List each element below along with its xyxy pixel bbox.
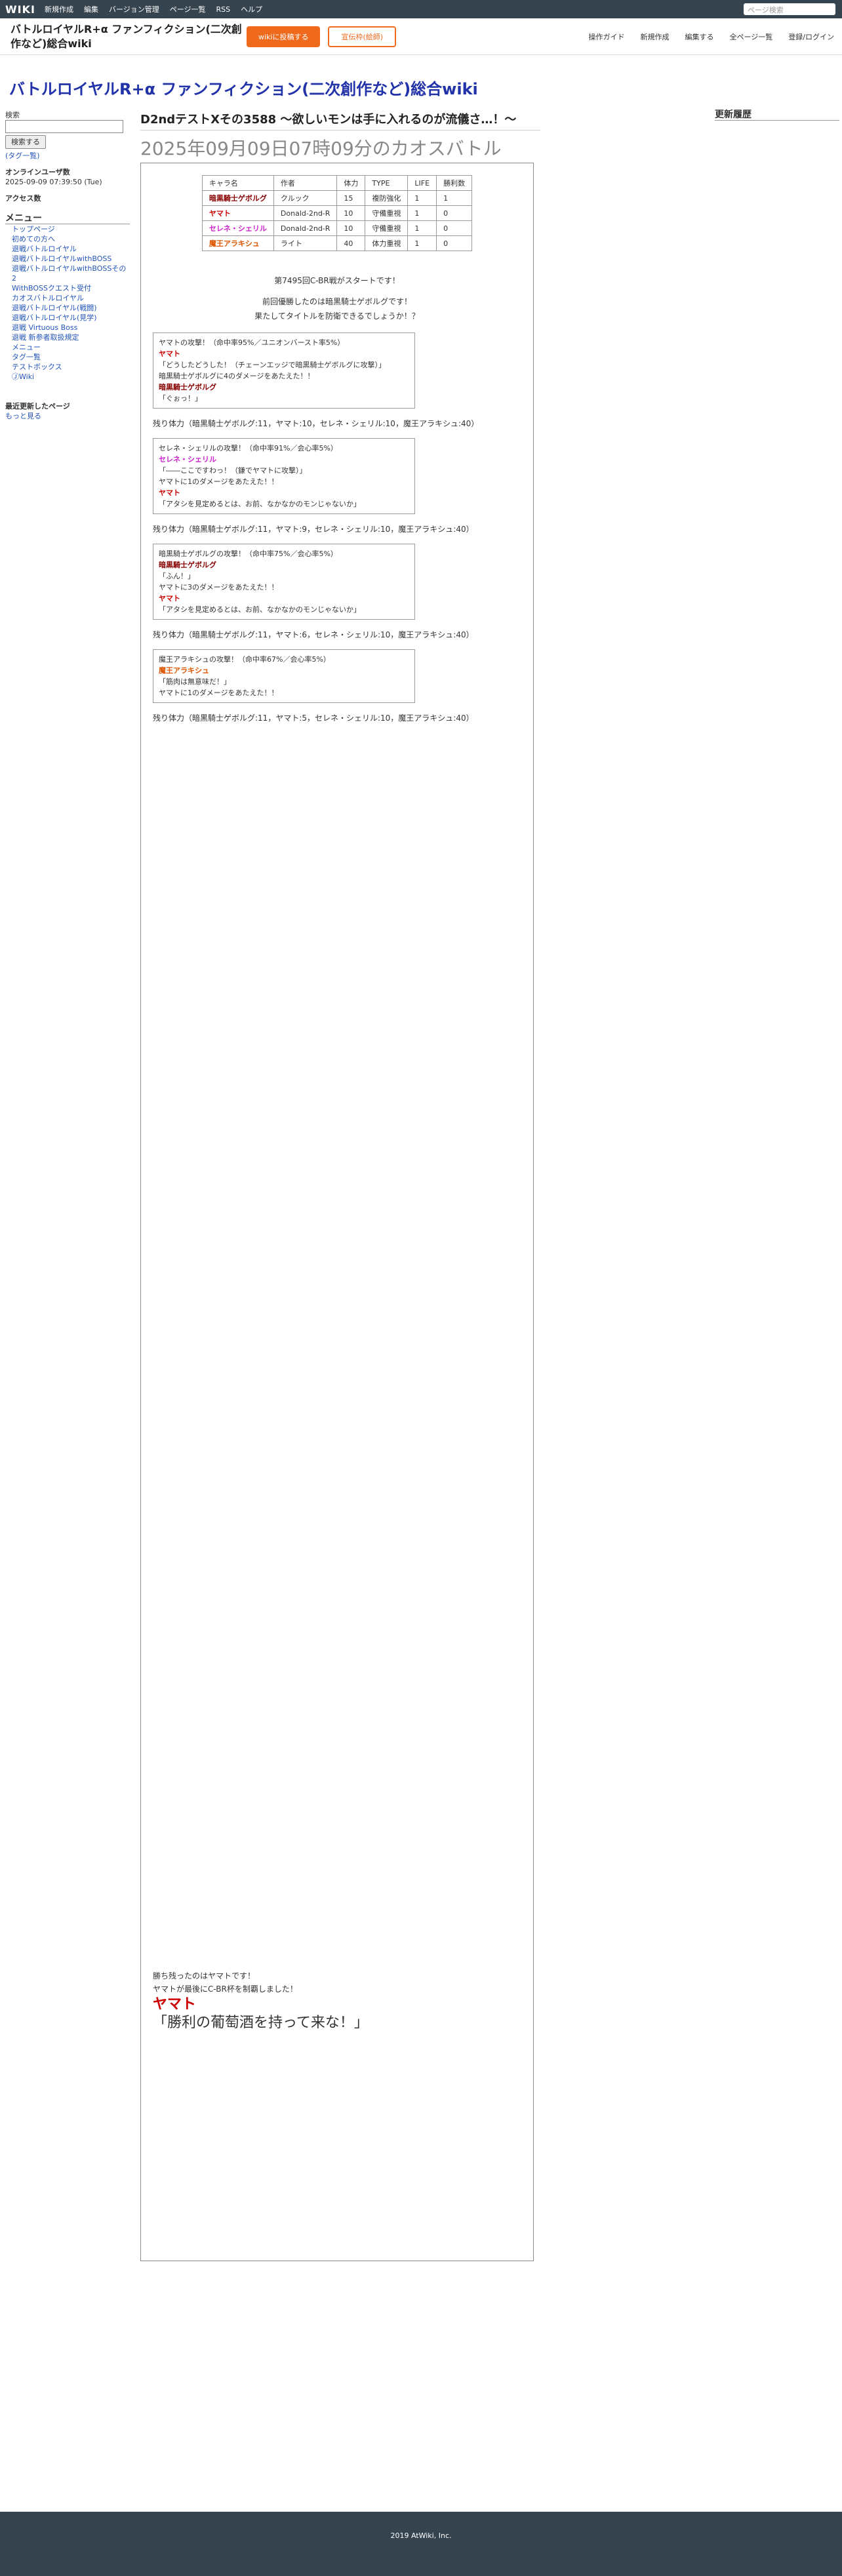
menu-heading: メニュー: [5, 214, 130, 224]
menu-version[interactable]: バージョン管理: [109, 4, 159, 14]
nav-item[interactable]: 初めての方へ: [5, 234, 130, 244]
recent-updates-heading: 更新履歴: [715, 110, 839, 121]
page-search-input[interactable]: ページ検索: [744, 3, 835, 15]
table-row: ヤマト Donald-2nd-R 10 守備重視 1 0: [201, 205, 473, 221]
nav-item[interactable]: 退戦バトルロイヤル(見学): [5, 313, 130, 323]
battle-turn: セレネ・シェリルの攻撃！（命中率91%／会心率5%） セレネ・シェリル 「――こ…: [153, 438, 415, 514]
access-count: アクセス数: [5, 194, 41, 203]
battle-turn: ヤマトの攻撃！（命中率95%／ユニオンバースト率5%） ヤマト 「どうしたどうし…: [153, 332, 415, 409]
search-label: 検索: [5, 111, 20, 119]
nav-item[interactable]: テストボックス: [5, 362, 130, 372]
tool-new[interactable]: 新規作成: [641, 31, 670, 42]
remaining-hp: 残り体力（暗黒騎士ゲボルグ:11，ヤマト:9，セレネ・シェリル:10，魔王アラキ…: [153, 525, 474, 534]
menu-new[interactable]: 新規作成: [45, 4, 73, 14]
menu-help[interactable]: ヘルプ: [241, 4, 262, 14]
nav-item[interactable]: カオスバトルロイヤル: [5, 293, 130, 303]
online-users: オンラインユーザ数: [5, 168, 70, 176]
nav-item[interactable]: 退戦バトルロイヤル: [5, 244, 130, 254]
character-table: キャラ名 作者 体力 TYPE LIFE 勝利数 暗黒騎士ゲボルグ クルック 15 複防強化 1 1…: [201, 175, 473, 251]
right-sidebar: 更新履歴: [715, 110, 839, 121]
nav-item[interactable]: 退戦バトルロイヤル(戦闘): [5, 303, 130, 313]
post-button[interactable]: wikiに投稿する: [247, 26, 321, 47]
battle-turn: 暗黒騎士ゲボルグの攻撃！（命中率75%／会心率5%） 暗黒騎士ゲボルグ 「ふん！…: [153, 544, 415, 620]
more-link[interactable]: もっと見る: [5, 412, 41, 420]
table-row: 暗黒騎士ゲボルグ クルック 15 複防強化 1 1: [201, 190, 473, 206]
tool-all-pages[interactable]: 全ページ一覧: [730, 31, 773, 42]
tool-guide[interactable]: 操作ガイド: [589, 31, 625, 42]
footer: 2019 AtWiki, Inc.: [0, 2512, 842, 2576]
recent-heading: 最近更新したページ: [5, 402, 70, 411]
wiki-name[interactable]: バトルロイヤルR+α ファンフィクション(二次創作など)総合wiki: [10, 22, 247, 51]
menu-rss[interactable]: RSS: [216, 5, 231, 14]
page-title: D2ndテストXその3588 ～欲しいモンは手に入れるのが流儀さ…！～: [140, 110, 540, 131]
sidebar-search-button[interactable]: 検索する: [5, 135, 46, 149]
left-sidebar: 検索 検索する (タグ一覧) オンラインユーザ数 2025-09-09 07:3…: [5, 110, 130, 421]
battle-log: キャラ名 作者 体力 TYPE LIFE 勝利数 暗黒騎士ゲボルグ クルック 15 複防強化 1 1…: [140, 163, 534, 2261]
table-row: 魔王アラキシュ ライト 40 体力重視 1 0: [201, 235, 473, 251]
nav-item[interactable]: 退戦バトルロイヤルwithBOSSその2: [5, 264, 130, 283]
sidebar-search-input[interactable]: [5, 120, 123, 133]
site-title[interactable]: バトルロイヤルR+α ファンフィクション(二次創作など)総合wiki: [9, 76, 478, 99]
tool-edit[interactable]: 編集する: [685, 31, 714, 42]
wiki-header: バトルロイヤルR+α ファンフィクション(二次創作など)総合wiki wikiに…: [0, 18, 842, 55]
nav-item[interactable]: タグ一覧: [5, 352, 130, 362]
tag-list-link[interactable]: (タグ一覧): [5, 151, 40, 160]
menu-edit[interactable]: 編集: [84, 4, 98, 14]
nav-item[interactable]: トップページ: [5, 224, 130, 234]
main-content: D2ndテストXその3588 ～欲しいモンは手に入れるのが流儀さ…！～ 2025…: [140, 110, 540, 161]
nav-item[interactable]: 退戦バトルロイヤルwithBOSS: [5, 254, 130, 264]
wiki-logo[interactable]: WIKI: [5, 3, 35, 16]
top-nav-bar: WIKI 新規作成 編集 バージョン管理 ページ一覧 RSS ヘルプ ページ検索: [0, 0, 842, 18]
final-result: 勝ち残ったのはヤマトです！ ヤマトが最後にC-BR杯を制覇しました！ ヤマト 「…: [153, 1971, 369, 2031]
ad-button[interactable]: 宣伝枠(絵師): [328, 26, 397, 47]
nav-item[interactable]: 退戦 新参者取扱規定: [5, 332, 130, 342]
table-row: セレネ・シェリル Donald-2nd-R 10 守備重視 1 0: [201, 220, 473, 236]
tool-login[interactable]: 登録/ログイン: [788, 31, 834, 42]
page-heading: 2025年09月09日07時09分のカオスバトル: [140, 138, 502, 159]
battle-turn: 魔王アラキシュの攻撃！（命中率67%／会心率5%） 魔王アラキシュ 「筋肉は無意…: [153, 649, 415, 703]
current-date: 2025-09-09 07:39:50 (Tue): [5, 178, 102, 186]
table-header-row: キャラ名 作者 体力 TYPE LIFE 勝利数: [201, 175, 473, 191]
nav-item[interactable]: WithBOSSクエスト受付: [5, 283, 130, 293]
nav-item[interactable]: ⒿWiki: [5, 372, 130, 382]
intro-text: 第7495回C-BR戦がスタートです！ 前回優勝したのは暗黒騎士ゲボルグです！ …: [254, 276, 420, 321]
menu-pages[interactable]: ページ一覧: [170, 4, 206, 14]
nav-item[interactable]: 退戦 Virtuous Boss: [5, 323, 130, 332]
remaining-hp: 残り体力（暗黒騎士ゲボルグ:11，ヤマト:5，セレネ・シェリル:10，魔王アラキ…: [153, 714, 474, 723]
nav-item[interactable]: メニュー: [5, 342, 130, 352]
remaining-hp: 残り体力（暗黒騎士ゲボルグ:11，ヤマト:10，セレネ・シェリル:10，魔王アラ…: [153, 419, 479, 428]
remaining-hp: 残り体力（暗黒騎士ゲボルグ:11，ヤマト:6，セレネ・シェリル:10，魔王アラキ…: [153, 630, 474, 639]
